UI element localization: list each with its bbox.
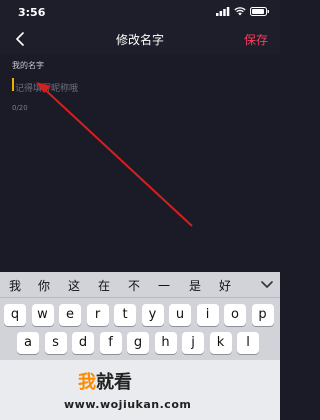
key-p[interactable]: p bbox=[251, 304, 274, 326]
key-y[interactable]: y bbox=[141, 304, 164, 326]
key-j[interactable]: j bbox=[182, 332, 204, 354]
candidate-word[interactable]: 你 bbox=[38, 277, 50, 294]
text-caret bbox=[12, 78, 14, 91]
key-h[interactable]: h bbox=[154, 332, 177, 354]
name-input[interactable] bbox=[12, 80, 268, 98]
candidate-word[interactable]: 这 bbox=[68, 277, 80, 294]
key-s[interactable]: s bbox=[44, 332, 67, 354]
key-t[interactable]: t bbox=[114, 304, 136, 326]
signal-icon bbox=[216, 7, 230, 16]
candidate-word[interactable]: 一 bbox=[158, 277, 170, 294]
key-w[interactable]: w bbox=[31, 304, 54, 326]
key-o[interactable]: o bbox=[224, 304, 246, 326]
status-bar: 3:56 bbox=[0, 0, 280, 24]
save-button[interactable]: 保存 bbox=[244, 31, 268, 48]
key-i[interactable]: i bbox=[196, 304, 219, 326]
key-g[interactable]: g bbox=[127, 332, 149, 354]
wifi-icon bbox=[234, 7, 246, 16]
chevron-down-icon bbox=[261, 281, 273, 288]
candidate-word[interactable]: 是 bbox=[189, 277, 201, 294]
key-a[interactable]: a bbox=[17, 332, 39, 354]
candidate-word[interactable]: 我 bbox=[9, 277, 21, 294]
key-d[interactable]: d bbox=[72, 332, 94, 354]
keyboard: 我 你 这 在 不 一 是 好 q w e r t y u i o p a s … bbox=[0, 272, 280, 420]
status-icons bbox=[216, 7, 270, 16]
key-f[interactable]: f bbox=[99, 332, 122, 354]
name-field-label: 我的名字 bbox=[12, 61, 44, 70]
candidate-word[interactable]: 不 bbox=[128, 277, 140, 294]
candidate-word[interactable]: 在 bbox=[98, 277, 110, 294]
status-time: 3:56 bbox=[18, 6, 46, 19]
key-r[interactable]: r bbox=[86, 304, 109, 326]
key-e[interactable]: e bbox=[59, 304, 81, 326]
char-count: 0/20 bbox=[12, 104, 28, 112]
expand-candidates-button[interactable] bbox=[260, 276, 274, 295]
key-k[interactable]: k bbox=[209, 332, 232, 354]
nav-bar: 修改名字 保存 bbox=[0, 24, 280, 54]
key-q[interactable]: q bbox=[4, 304, 26, 326]
candidate-bar: 我 你 这 在 不 一 是 好 bbox=[0, 272, 280, 298]
key-u[interactable]: u bbox=[169, 304, 191, 326]
key-l[interactable]: l bbox=[237, 332, 259, 354]
page-title: 修改名字 bbox=[115, 33, 164, 47]
name-input-wrapper bbox=[12, 76, 268, 98]
battery-icon bbox=[250, 7, 269, 16]
candidate-word[interactable]: 好 bbox=[219, 277, 231, 294]
